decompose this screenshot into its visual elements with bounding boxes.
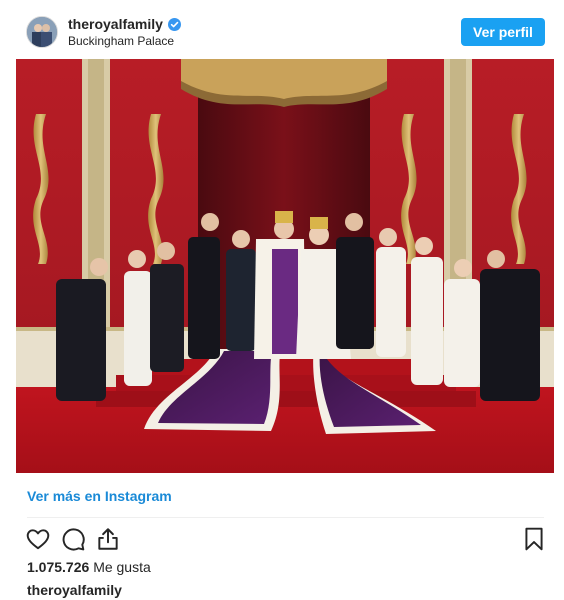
verified-badge-icon: [167, 17, 181, 31]
share-icon[interactable]: [95, 526, 121, 552]
account-name-text[interactable]: theroyalfamily: [68, 16, 163, 32]
caption-username[interactable]: theroyalfamily: [27, 582, 122, 598]
post-header: theroyalfamily Buckingham Palace Ver per…: [0, 0, 564, 60]
view-more-on-instagram-link[interactable]: Ver más en Instagram: [27, 488, 172, 504]
bookmark-icon[interactable]: [521, 526, 547, 552]
comment-icon[interactable]: [60, 526, 86, 552]
heart-icon[interactable]: [25, 526, 51, 552]
likes-count[interactable]: 1.075.726 Me gusta: [27, 559, 151, 575]
avatar[interactable]: [26, 16, 58, 48]
account-name[interactable]: theroyalfamily: [68, 16, 181, 32]
post-photo[interactable]: [16, 59, 554, 473]
likes-number: 1.075.726: [27, 559, 90, 575]
divider: [27, 517, 544, 518]
view-profile-button[interactable]: Ver perfil: [461, 18, 545, 46]
instagram-embed: theroyalfamily Buckingham Palace Ver per…: [0, 0, 564, 600]
likes-label: Me gusta: [93, 559, 151, 575]
location[interactable]: Buckingham Palace: [68, 34, 174, 48]
